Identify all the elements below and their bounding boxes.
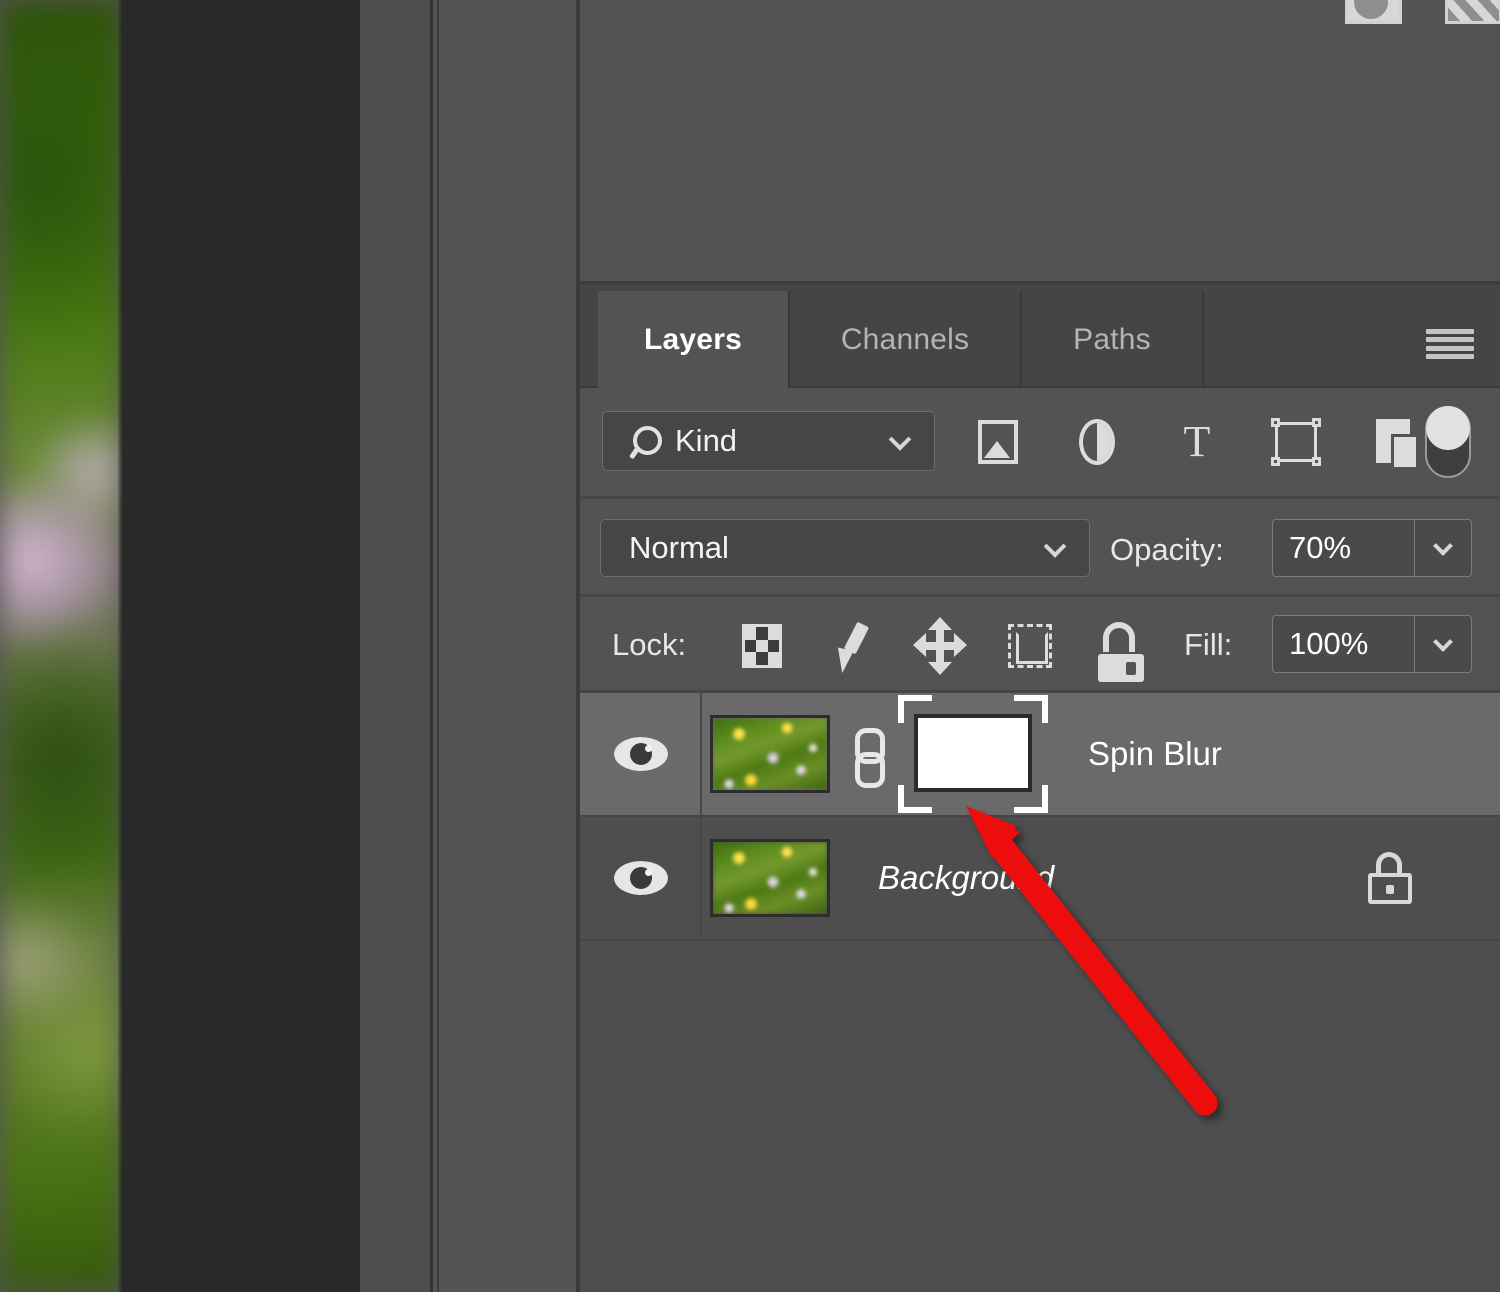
- table-row[interactable]: Background: [580, 817, 1500, 941]
- opacity-value: 70%: [1273, 520, 1414, 576]
- tab-paths[interactable]: Paths: [1022, 291, 1202, 388]
- tab-paths-label: Paths: [1073, 323, 1151, 357]
- lock-label: Lock:: [612, 627, 686, 663]
- chevron-down-icon: [1433, 536, 1453, 556]
- eye-icon: [614, 737, 668, 771]
- smart-object-filter-icon[interactable]: [1368, 412, 1420, 470]
- path-blur-preview-icon[interactable]: [1445, 0, 1500, 24]
- shape-layer-filter-icon[interactable]: [1269, 412, 1321, 470]
- layer-mask-thumbnail[interactable]: [898, 695, 1048, 813]
- lock-buttons: [732, 617, 1144, 673]
- fill-label: Fill:: [1184, 627, 1232, 663]
- table-row[interactable]: Spin Blur: [580, 693, 1500, 817]
- mask-active-bracket-bl: [898, 785, 932, 813]
- pixel-layer-filter-icon[interactable]: [972, 412, 1024, 470]
- tab-layers-label: Layers: [644, 323, 742, 357]
- filter-kind-dropdown[interactable]: Kind: [602, 411, 935, 471]
- layer-visibility-toggle[interactable]: [580, 693, 702, 815]
- chevron-down-icon: [889, 428, 912, 451]
- photoshop-layers-panel-screenshot: Layers Channels Paths Kind: [0, 0, 1500, 1292]
- spin-blur-preview-icon[interactable]: [1345, 0, 1402, 24]
- fill-value: 100%: [1273, 616, 1414, 672]
- workspace-background: [123, 0, 360, 1292]
- layer-thumbnail[interactable]: [710, 715, 830, 793]
- blend-mode-row: Normal Opacity: 70%: [580, 496, 1500, 594]
- layer-name[interactable]: Spin Blur: [1088, 735, 1222, 773]
- layer-visibility-toggle[interactable]: [580, 817, 702, 939]
- fill-field[interactable]: 100%: [1272, 615, 1472, 673]
- fill-dropdown-arrow[interactable]: [1414, 616, 1471, 672]
- layer-list: Spin Blur Background: [580, 690, 1500, 1292]
- eye-icon: [614, 861, 668, 895]
- layer-filter-row: Kind T: [580, 388, 1500, 496]
- layer-list-empty-area: [580, 941, 1500, 1292]
- tab-channels-label: Channels: [841, 323, 969, 357]
- magnifier-icon: [629, 424, 663, 458]
- filter-type-buttons: T: [972, 412, 1420, 470]
- mask-active-bracket-tl: [898, 695, 932, 723]
- blend-mode-dropdown[interactable]: Normal: [600, 519, 1090, 577]
- chevron-down-icon: [1433, 632, 1453, 652]
- row-divider: [700, 817, 702, 939]
- lock-row: Lock: Fi: [580, 594, 1500, 690]
- mask-active-bracket-br: [1014, 785, 1048, 813]
- chevron-down-icon: [1044, 535, 1067, 558]
- opacity-label: Opacity:: [1110, 532, 1224, 568]
- lock-position-move-icon[interactable]: [912, 617, 964, 673]
- opacity-field[interactable]: 70%: [1272, 519, 1472, 577]
- layers-panel: Layers Channels Paths Kind: [580, 285, 1500, 1292]
- blend-mode-value: Normal: [629, 530, 729, 566]
- filter-kind-label: Kind: [675, 423, 737, 459]
- hamburger-menu-icon[interactable]: [1426, 329, 1474, 359]
- padlock-icon: [1368, 852, 1412, 904]
- blur-preview-thumbnails: [1345, 0, 1500, 24]
- panel-divider-1: [430, 0, 433, 1292]
- adjustment-layer-filter-icon[interactable]: [1071, 412, 1123, 470]
- type-layer-filter-icon[interactable]: T: [1170, 412, 1222, 470]
- lock-all-padlock-icon[interactable]: [1092, 617, 1144, 673]
- row-divider: [700, 693, 702, 815]
- layer-thumbnail[interactable]: [710, 839, 830, 917]
- mask-active-bracket-tr: [1014, 695, 1048, 723]
- filter-enable-toggle[interactable]: [1425, 406, 1471, 478]
- document-canvas-image: [0, 0, 123, 1292]
- lock-artboard-nesting-icon[interactable]: [1002, 617, 1054, 673]
- tab-layers[interactable]: Layers: [598, 291, 788, 388]
- panel-gutter-right: [439, 0, 580, 1292]
- toggle-knob: [1426, 406, 1470, 450]
- lock-image-pixels-brush-icon[interactable]: [822, 617, 874, 673]
- layer-name[interactable]: Background: [878, 859, 1054, 897]
- opacity-dropdown-arrow[interactable]: [1414, 520, 1471, 576]
- tab-channels[interactable]: Channels: [790, 291, 1020, 388]
- lock-transparent-pixels-icon[interactable]: [732, 617, 784, 673]
- mask-link-icon[interactable]: [846, 724, 886, 784]
- panel-gutter-left: [360, 0, 432, 1292]
- tab-separator-3: [1202, 291, 1204, 388]
- panel-tabbar: Layers Channels Paths: [580, 285, 1500, 388]
- blur-gallery-panel: [580, 0, 1500, 285]
